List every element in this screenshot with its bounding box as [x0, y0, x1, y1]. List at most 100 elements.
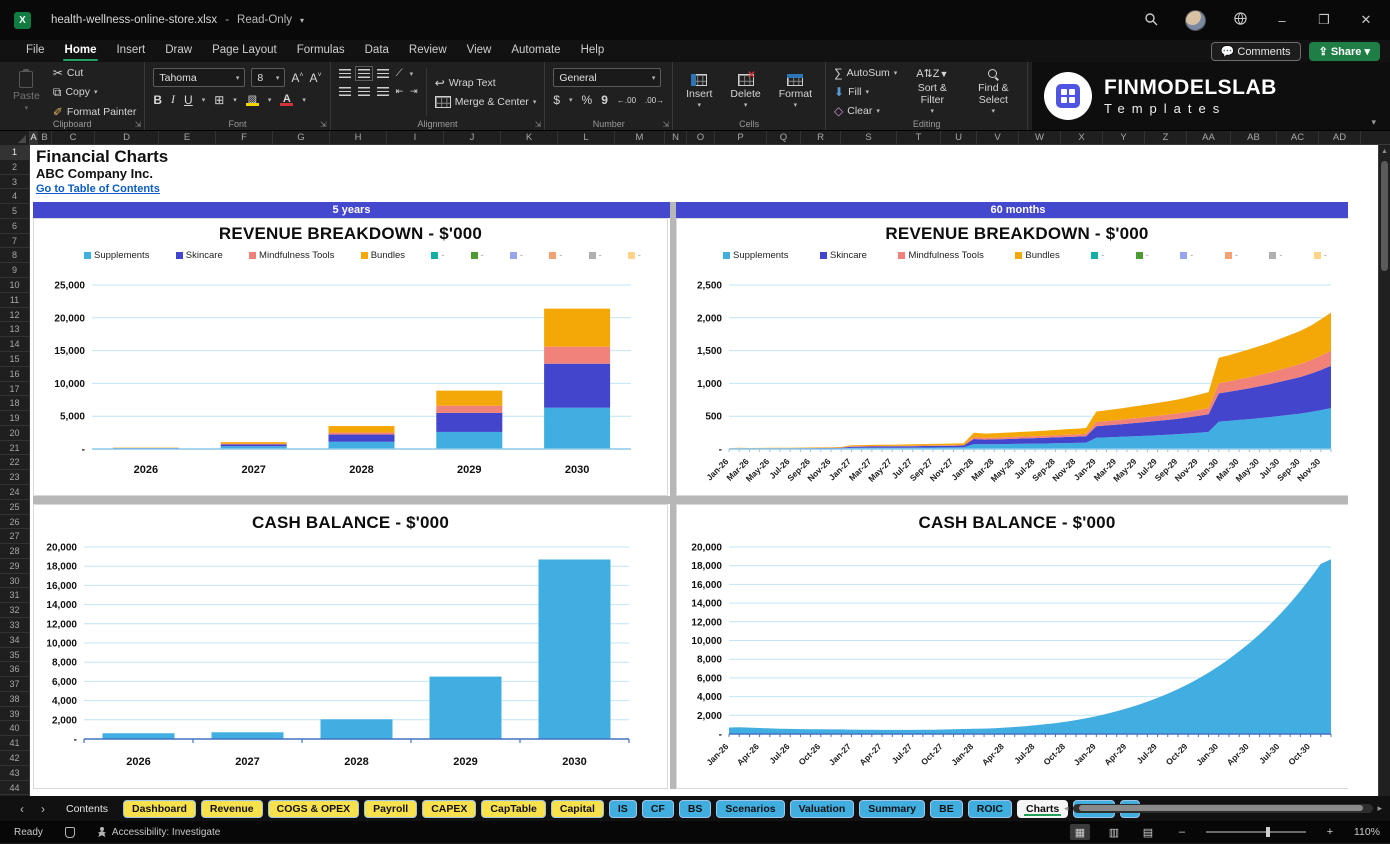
- menu-item-automate[interactable]: Automate: [501, 41, 570, 61]
- menu-item-data[interactable]: Data: [355, 41, 399, 61]
- macro-record-icon[interactable]: [64, 826, 75, 838]
- vertical-scroll-thumb[interactable]: [1381, 161, 1388, 271]
- row-header-10[interactable]: 10: [0, 278, 29, 293]
- row-header-3[interactable]: 3: [0, 175, 29, 190]
- row-header-41[interactable]: 41: [0, 736, 29, 752]
- row-header-17[interactable]: 17: [0, 382, 29, 397]
- sheet-tab-summary[interactable]: Summary: [859, 799, 926, 818]
- row-header-19[interactable]: 19: [0, 411, 29, 426]
- column-header-X[interactable]: X: [1061, 131, 1103, 144]
- font-size-select[interactable]: 8 ▾: [251, 68, 286, 87]
- row-header-34[interactable]: 34: [0, 633, 29, 648]
- column-header-AD[interactable]: AD: [1319, 131, 1361, 144]
- menu-item-page-layout[interactable]: Page Layout: [202, 41, 287, 61]
- currency-button[interactable]: $: [553, 93, 560, 107]
- column-header-U[interactable]: U: [941, 131, 977, 144]
- row-header-8[interactable]: 8: [0, 248, 29, 264]
- menu-item-review[interactable]: Review: [399, 41, 457, 61]
- row-header-2[interactable]: 2: [0, 160, 29, 175]
- column-header-D[interactable]: D: [95, 131, 159, 144]
- horizontal-scroll-thumb[interactable]: [1078, 805, 1364, 811]
- row-header-30[interactable]: 30: [0, 574, 29, 589]
- share-button[interactable]: ⇪ Share ▾: [1308, 41, 1380, 61]
- sheet-tab-charts[interactable]: Charts: [1017, 799, 1069, 818]
- row-header-38[interactable]: 38: [0, 692, 29, 707]
- decrease-decimal-button[interactable]: .00→: [645, 96, 664, 105]
- insert-cells-button[interactable]: Insert ▾: [681, 68, 717, 116]
- comments-button[interactable]: 💬 Comments: [1210, 41, 1301, 61]
- menu-item-formulas[interactable]: Formulas: [287, 41, 355, 61]
- sort-filter-button[interactable]: A⇅Z▼ Sort & Filter ▾: [905, 68, 959, 116]
- chart-cash-balance-5y[interactable]: CASH BALANCE - $'000 20,000 18,000 16,000 1…: [33, 504, 668, 789]
- table-of-contents-link[interactable]: Go to Table of Contents: [36, 183, 160, 195]
- align-bottom-icon[interactable]: [376, 69, 389, 78]
- sheet-tab-contents[interactable]: Contents: [56, 800, 118, 818]
- column-header-I[interactable]: I: [387, 131, 444, 144]
- restore-button[interactable]: ❐: [1316, 12, 1332, 28]
- row-header-32[interactable]: 32: [0, 603, 29, 618]
- number-format-select[interactable]: General ▾: [553, 68, 662, 87]
- column-header-Y[interactable]: Y: [1103, 131, 1145, 144]
- close-button[interactable]: ✕: [1358, 12, 1374, 28]
- sheet-tab-bs[interactable]: BS: [678, 799, 712, 818]
- row-header-31[interactable]: 31: [0, 588, 29, 604]
- row-header-11[interactable]: 11: [0, 293, 29, 308]
- hscroll-right-icon[interactable]: ▸: [1377, 803, 1382, 814]
- column-header-O[interactable]: O: [687, 131, 715, 144]
- chart-cash-balance-60m[interactable]: CASH BALANCE - $'000 20,000 18,000 16,000 1…: [676, 504, 1348, 789]
- column-header-J[interactable]: J: [444, 131, 501, 144]
- globe-icon[interactable]: [1232, 11, 1248, 29]
- row-header-35[interactable]: 35: [0, 648, 29, 663]
- row-header-29[interactable]: 29: [0, 559, 29, 574]
- sheet-tab-capital[interactable]: Capital: [550, 799, 604, 818]
- column-header-L[interactable]: L: [558, 131, 615, 144]
- menu-item-draw[interactable]: Draw: [155, 41, 202, 61]
- row-header-12[interactable]: 12: [0, 308, 29, 323]
- font-family-select[interactable]: Tahoma ▾: [153, 68, 246, 87]
- column-header-N[interactable]: N: [665, 131, 687, 144]
- vertical-scrollbar[interactable]: ▲: [1378, 145, 1390, 796]
- row-header-44[interactable]: 44: [0, 781, 29, 796]
- menu-item-home[interactable]: Home: [55, 41, 107, 61]
- column-header-K[interactable]: K: [501, 131, 558, 144]
- column-header-F[interactable]: F: [216, 131, 273, 144]
- tab-scroll-left-icon[interactable]: ‹: [14, 802, 30, 816]
- row-header-14[interactable]: 14: [0, 337, 29, 352]
- number-dialog-launcher[interactable]: ⇲: [662, 120, 669, 129]
- clipboard-dialog-launcher[interactable]: ⇲: [135, 120, 142, 129]
- paste-button[interactable]: Paste ▾: [8, 68, 45, 116]
- menu-item-file[interactable]: File: [16, 41, 55, 61]
- column-header-AA[interactable]: AA: [1187, 131, 1231, 144]
- clear-button[interactable]: ◇ Clear ▾: [834, 104, 897, 118]
- minimize-button[interactable]: –: [1274, 13, 1290, 28]
- format-painter-button[interactable]: ✐ Format Painter: [53, 105, 137, 119]
- user-avatar[interactable]: [1185, 9, 1206, 31]
- sheet-tab-capex[interactable]: CAPEX: [422, 799, 477, 818]
- copy-button[interactable]: ⧉ Copy ▾: [53, 85, 137, 100]
- normal-view-button[interactable]: ▦: [1069, 824, 1090, 840]
- alignment-dialog-launcher[interactable]: ⇲: [535, 120, 542, 129]
- sheet-tab-roic[interactable]: ROIC: [967, 799, 1012, 818]
- title-chevron-icon[interactable]: ▾: [300, 16, 304, 25]
- zoom-out-button[interactable]: –: [1172, 824, 1192, 840]
- accessibility-status[interactable]: Accessibility: Investigate: [97, 826, 220, 838]
- page-layout-view-button[interactable]: ▥: [1104, 824, 1124, 840]
- sheet-tab-payroll[interactable]: Payroll: [364, 799, 418, 818]
- shrink-font-button[interactable]: A˅: [309, 71, 321, 85]
- merge-center-button[interactable]: Merge & Center ▾: [434, 96, 536, 108]
- column-headers[interactable]: A B C D E F G H I J K L M N O P Q R S T U V W X Y Z AA AB AC AD: [0, 131, 1390, 145]
- find-select-button[interactable]: Find & Select ▾: [967, 68, 1019, 116]
- horizontal-scrollbar[interactable]: ◂ ▸: [1064, 801, 1382, 815]
- row-header-5[interactable]: 5: [0, 204, 29, 219]
- align-middle-icon[interactable]: [354, 66, 373, 81]
- sheet-canvas[interactable]: Financial Charts ABC Company Inc. Go to …: [30, 145, 1348, 796]
- sheet-tab-is[interactable]: IS: [608, 799, 637, 818]
- sheet-tab-be[interactable]: BE: [930, 799, 963, 818]
- row-header-15[interactable]: 15: [0, 352, 29, 367]
- menu-item-view[interactable]: View: [457, 41, 502, 61]
- row-header-36[interactable]: 36: [0, 662, 29, 678]
- sheet-tab-captable[interactable]: CapTable: [481, 799, 546, 818]
- chart-revenue-breakdown-5y[interactable]: REVENUE BREAKDOWN - $'000 Supplements Ski…: [33, 218, 668, 496]
- bold-button[interactable]: B: [153, 93, 162, 107]
- increase-decimal-button[interactable]: ←.00: [617, 96, 636, 105]
